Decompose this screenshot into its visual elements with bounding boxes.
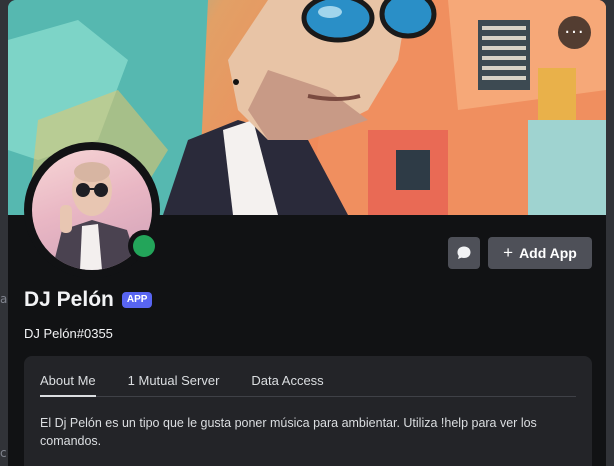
message-button[interactable]: [448, 237, 480, 269]
add-app-label: Add App: [519, 245, 577, 261]
profile-card: ··· + Add App DJ Pelón APP DJ Pelón#0355…: [8, 0, 606, 466]
plus-icon: +: [503, 243, 514, 262]
tab-data-access[interactable]: Data Access: [251, 370, 323, 396]
avatar-frame: [24, 142, 160, 278]
display-name: DJ Pelón: [24, 288, 114, 311]
online-status-icon: [133, 235, 155, 257]
status-indicator: [128, 230, 160, 262]
background-text-fragment: c: [0, 446, 7, 460]
add-app-button[interactable]: + Add App: [488, 237, 592, 269]
about-me-text: El Dj Pelón es un tipo que le gusta pone…: [40, 416, 537, 448]
profile-info-panel: About Me 1 Mutual Server Data Access El …: [24, 356, 592, 466]
chat-bubble-icon: [457, 246, 471, 259]
tab-about-me[interactable]: About Me: [40, 370, 96, 397]
window-blinds: [478, 20, 530, 90]
username: DJ Pelón#0355: [24, 326, 113, 341]
tab-mutual-servers[interactable]: 1 Mutual Server: [128, 370, 220, 396]
name-row: DJ Pelón APP: [24, 288, 153, 312]
more-options-button[interactable]: ···: [558, 16, 591, 49]
app-badge: APP: [121, 292, 153, 308]
profile-tabs: About Me 1 Mutual Server Data Access: [40, 370, 576, 397]
